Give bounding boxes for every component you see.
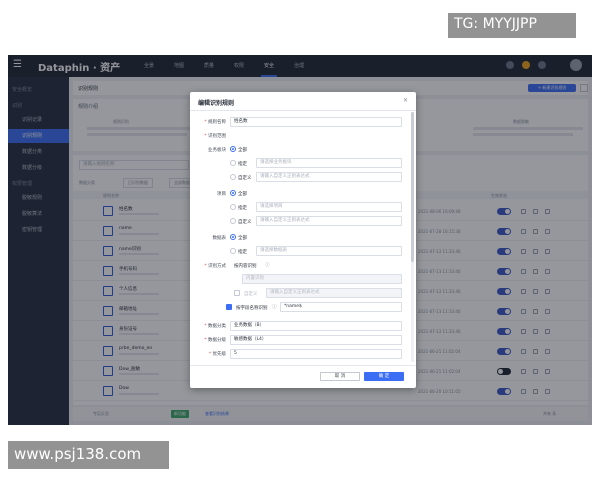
dialog-scrollbar-thumb[interactable] <box>411 112 414 262</box>
method-label: * 识别方式 <box>204 264 226 269</box>
project-custom-label: 自定义 <box>238 220 252 225</box>
biz-all-radio[interactable] <box>230 146 236 152</box>
project-custom-radio[interactable] <box>230 218 236 224</box>
app-window: ☰ Dataphin · 资产 全景 地图 质量 权限 安全 治理 安全概览 识… <box>8 55 592 425</box>
field-name-label: 按字段名称识别 <box>236 306 268 311</box>
edit-rule-dialog: 编辑识别规则 ✕ * 规则名称 姓名数 * 识别范围 业务板块 全部 指定 请选… <box>190 92 416 388</box>
field-name-checkbox[interactable] <box>226 304 232 310</box>
table-all-radio[interactable] <box>230 234 236 240</box>
priority-label: * 优先级 <box>208 352 226 357</box>
custom-content-label: 自定义 <box>244 292 258 297</box>
rule-name-label: * 规则名称 <box>204 120 226 125</box>
cancel-button[interactable]: 取 消 <box>320 372 360 381</box>
biz-specify-label: 指定 <box>238 162 247 167</box>
classify-label: * 数据分类 <box>204 324 226 329</box>
field-name-input[interactable]: *name$ <box>280 302 402 312</box>
biz-all-label: 全部 <box>238 148 247 153</box>
dialog-scrollbar[interactable] <box>411 112 414 362</box>
project-specify-label: 指定 <box>238 206 247 211</box>
close-icon[interactable]: ✕ <box>403 97 408 104</box>
info-icon: ⓘ <box>272 305 277 310</box>
watermark-top-right: TG: MYYJJPP <box>454 16 537 32</box>
classify-select[interactable]: 业务数据（B） <box>230 321 402 331</box>
builtin-identify-select: 内置识别 <box>242 274 402 284</box>
project-all-radio[interactable] <box>230 190 236 196</box>
project-all-label: 全部 <box>238 192 247 197</box>
biz-unit-label: 业务板块 <box>208 148 226 153</box>
biz-custom-label: 自定义 <box>238 176 252 181</box>
table-specify-radio[interactable] <box>230 248 236 254</box>
biz-specify-select[interactable]: 请选择业务板块 <box>256 158 402 168</box>
level-label: * 数据分级 <box>204 338 226 343</box>
confirm-button[interactable]: 确 定 <box>364 372 404 381</box>
watermark-bottom-left: www.psj138.com <box>14 445 142 463</box>
project-label: 项目 <box>217 192 226 197</box>
table-specify-select[interactable]: 请选择数据表 <box>256 246 402 256</box>
biz-custom-radio[interactable] <box>230 174 236 180</box>
table-scope-label: 数据表 <box>212 236 227 241</box>
table-specify-label: 指定 <box>238 250 247 255</box>
rule-name-input[interactable]: 姓名数 <box>230 117 402 127</box>
project-specify-radio[interactable] <box>230 204 236 210</box>
biz-custom-input[interactable]: 请输入自定义正则表达式 <box>256 172 402 182</box>
method-value: 按内容识别 <box>234 264 257 269</box>
project-specify-select[interactable]: 请选择项目 <box>256 202 402 212</box>
info-icon: ⓘ <box>265 263 270 268</box>
custom-content-checkbox <box>234 290 240 296</box>
level-select[interactable]: 敏感数据（L4） <box>230 335 402 345</box>
custom-content-input: 请输入自定义正则表达式 <box>266 288 402 298</box>
dialog-footer-divider <box>190 365 416 366</box>
biz-specify-radio[interactable] <box>230 160 236 166</box>
scope-label: * 识别范围 <box>204 134 226 139</box>
project-custom-input[interactable]: 请输入自定义正则表达式 <box>256 216 402 226</box>
dialog-divider <box>190 110 416 111</box>
table-all-label: 全部 <box>238 236 247 241</box>
priority-input[interactable]: 5 <box>230 349 402 359</box>
dialog-title: 编辑识别规则 <box>198 100 235 107</box>
